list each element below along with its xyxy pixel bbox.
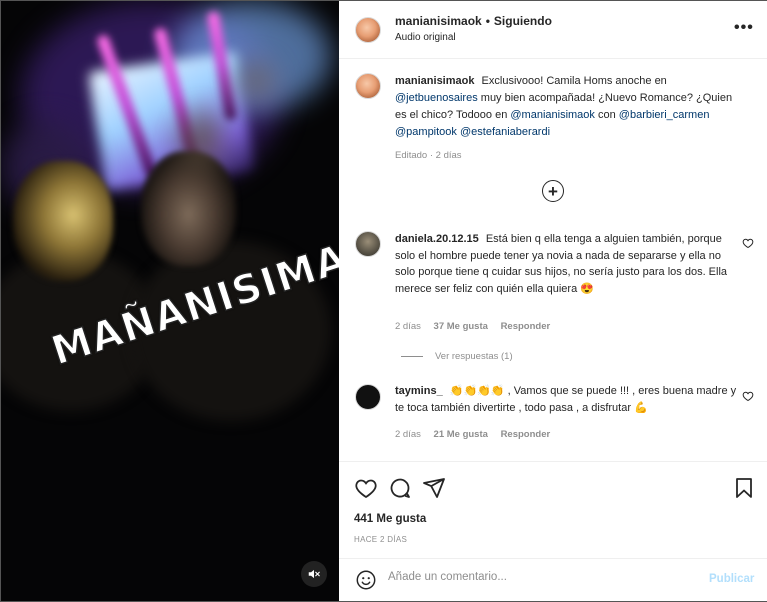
- caption-meta: Editado · 2 días: [395, 150, 462, 161]
- caption-username[interactable]: manianisimaok: [395, 75, 474, 87]
- post-caption: manianisimaok Exclusivooo! Camila Homs a…: [395, 73, 745, 141]
- author-username[interactable]: manianisimaok: [395, 14, 482, 28]
- post-header: manianisimaok • Siguiendo Audio original •…: [339, 1, 767, 59]
- emoji: 😍: [580, 282, 594, 295]
- instagram-post-window: MAÑANISIMA manianisimaok • Siguiendo Audio…: [0, 0, 767, 602]
- view-replies-button[interactable]: Ver respuestas (1): [401, 351, 513, 362]
- audio-link[interactable]: Audio original: [395, 32, 456, 43]
- mention-link[interactable]: @barbieri_carmen: [619, 109, 710, 121]
- comment-like-icon[interactable]: [742, 237, 754, 249]
- caption-author-avatar[interactable]: [355, 73, 381, 99]
- post-details-panel: manianisimaok • Siguiendo Audio original •…: [339, 1, 767, 601]
- comment-like-icon[interactable]: [742, 390, 754, 402]
- load-more-comments-button[interactable]: +: [542, 180, 564, 202]
- caption-text: con: [597, 109, 616, 121]
- mute-button[interactable]: [301, 561, 327, 587]
- plus-icon: +: [548, 181, 558, 201]
- speaker-muted-icon: [308, 569, 320, 579]
- comment-time[interactable]: 2 días: [395, 321, 421, 332]
- publish-button[interactable]: Publicar: [709, 573, 754, 585]
- comment-time[interactable]: 2 días: [395, 429, 421, 440]
- caption-text: Exclusivooo! Camila Homs anoche en: [481, 75, 667, 87]
- header-separator: •: [485, 14, 490, 28]
- mention-link[interactable]: @pampitook: [395, 126, 457, 138]
- comment-icon[interactable]: [388, 476, 412, 500]
- heart-icon[interactable]: [354, 476, 378, 500]
- replies-divider: [401, 356, 423, 357]
- post-video[interactable]: MAÑANISIMA: [1, 1, 339, 601]
- smiley-icon[interactable]: [355, 569, 377, 591]
- add-comment-bar: Publicar: [339, 558, 767, 601]
- bookmark-icon[interactable]: [732, 476, 756, 500]
- comment-text: , Vamos que se puede !!! , eres buena ma…: [395, 385, 737, 414]
- comment-username[interactable]: daniela.20.12.15: [395, 233, 479, 245]
- comment-meta: 2 días 37 Me gusta Responder: [395, 321, 560, 332]
- emoji: 💪: [634, 401, 648, 414]
- commenter-avatar[interactable]: [355, 384, 381, 410]
- comment: daniela.20.12.15 Está bien q ella tenga …: [395, 231, 740, 297]
- more-options-icon[interactable]: •••: [734, 19, 754, 37]
- reply-button[interactable]: Responder: [501, 321, 551, 332]
- author-avatar[interactable]: [355, 17, 381, 43]
- comment: taymins_ 👏👏👏👏 , Vamos que se puede !!! ,…: [395, 383, 740, 416]
- mention-link[interactable]: @estefaniaberardi: [460, 126, 550, 138]
- comment-input[interactable]: [388, 571, 688, 583]
- following-button[interactable]: Siguiendo: [494, 14, 552, 28]
- comment-username[interactable]: taymins_: [395, 385, 443, 397]
- comment-likes[interactable]: 21 Me gusta: [434, 429, 488, 440]
- clapping-emoji: 👏👏👏👏: [449, 385, 505, 397]
- send-icon[interactable]: [422, 476, 446, 500]
- reply-button[interactable]: Responder: [501, 429, 551, 440]
- comment-meta: 2 días 21 Me gusta Responder: [395, 429, 560, 440]
- likes-count[interactable]: 441 Me gusta: [354, 513, 426, 525]
- mention-link[interactable]: @manianisimaok: [510, 109, 595, 121]
- commenter-avatar[interactable]: [355, 231, 381, 257]
- comment-likes[interactable]: 37 Me gusta: [434, 321, 488, 332]
- post-date[interactable]: HACE 2 DÍAS: [354, 535, 407, 544]
- view-replies-label: Ver respuestas (1): [435, 351, 513, 362]
- mention-link[interactable]: @jetbuenosaires: [395, 92, 478, 104]
